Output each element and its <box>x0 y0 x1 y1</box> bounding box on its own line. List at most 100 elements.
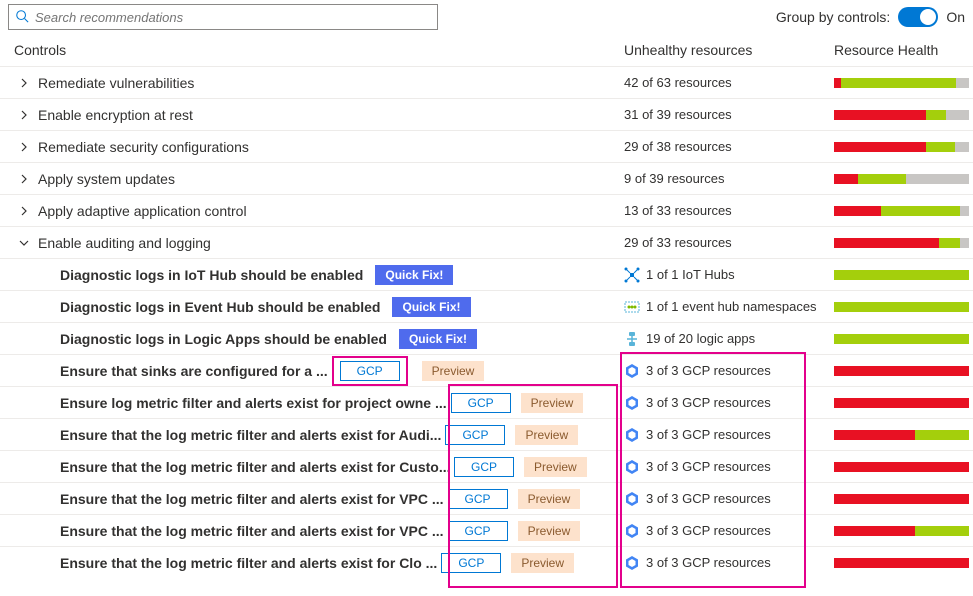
preview-badge: Preview <box>518 521 581 541</box>
gcp-badge: GCP <box>448 489 508 509</box>
gcp-badge-group: GCP Preview <box>448 489 581 509</box>
health-bar <box>834 78 969 88</box>
gcp-icon <box>624 523 640 539</box>
preview-badge: Preview <box>521 393 584 413</box>
gcp-badge: GCP <box>454 457 514 477</box>
header-health[interactable]: Resource Health <box>834 42 959 58</box>
gcp-badge-group: GCPPreview <box>445 425 578 445</box>
gcp-icon <box>624 459 640 475</box>
gcp-icon <box>624 363 640 379</box>
preview-badge: Preview <box>518 489 581 509</box>
chevron-right-icon[interactable] <box>14 78 34 88</box>
control-row[interactable]: Apply system updates 9 of 39 resources <box>0 162 973 194</box>
health-bar <box>834 366 969 376</box>
gcp-icon <box>624 555 640 571</box>
resource-count: 3 of 3 GCP resources <box>646 363 771 378</box>
quickfix-badge[interactable]: Quick Fix! <box>375 265 453 285</box>
recommendation-label: Ensure that the log metric filter and al… <box>60 459 450 475</box>
recommendation-label: Diagnostic logs in Event Hub should be e… <box>60 299 380 315</box>
control-label: Apply adaptive application control <box>38 203 247 219</box>
resource-count: 1 of 1 event hub namespaces <box>646 299 817 314</box>
control-label: Enable encryption at rest <box>38 107 193 123</box>
health-bar <box>834 110 969 120</box>
resource-count: 3 of 3 GCP resources <box>646 555 771 570</box>
health-bar <box>834 174 969 184</box>
resource-count: 19 of 20 logic apps <box>646 331 755 346</box>
control-label: Apply system updates <box>38 171 175 187</box>
gcp-badge-group: GCP <box>332 356 408 386</box>
chevron-right-icon[interactable] <box>14 174 34 184</box>
search-input[interactable] <box>35 10 431 25</box>
unhealthy-count: 13 of 33 resources <box>624 203 732 218</box>
health-bar <box>834 494 969 504</box>
control-row[interactable]: Enable encryption at rest 31 of 39 resou… <box>0 98 973 130</box>
unhealthy-count: 29 of 33 resources <box>624 235 732 250</box>
recommendation-row[interactable]: Ensure that the log metric filter and al… <box>0 514 973 546</box>
recommendation-row[interactable]: Diagnostic logs in IoT Hub should be ena… <box>0 258 973 290</box>
health-bar <box>834 238 969 248</box>
health-bar <box>834 302 969 312</box>
gcp-badge-group: GCPPreview <box>441 553 574 573</box>
iot-hub-icon <box>624 267 640 283</box>
chevron-right-icon[interactable] <box>14 142 34 152</box>
gcp-icon <box>624 395 640 411</box>
recommendation-label: Ensure log metric filter and alerts exis… <box>60 395 447 411</box>
gcp-icon <box>624 427 640 443</box>
recommendation-row[interactable]: Ensure that the log metric filter and al… <box>0 546 973 578</box>
control-row[interactable]: Enable auditing and logging 29 of 33 res… <box>0 226 973 258</box>
recommendation-row[interactable]: Ensure that sinks are configured for a .… <box>0 354 973 386</box>
resource-count: 3 of 3 GCP resources <box>646 523 771 538</box>
unhealthy-count: 9 of 39 resources <box>624 171 724 186</box>
quickfix-badge[interactable]: Quick Fix! <box>399 329 477 349</box>
preview-badge: Preview <box>524 457 587 477</box>
health-bar <box>834 206 969 216</box>
gcp-icon <box>624 491 640 507</box>
chevron-right-icon[interactable] <box>14 206 34 216</box>
recommendation-row[interactable]: Ensure log metric filter and alerts exis… <box>0 386 973 418</box>
quickfix-badge[interactable]: Quick Fix! <box>392 297 470 317</box>
header-unhealthy[interactable]: Unhealthy resources <box>624 42 834 58</box>
recommendation-label: Ensure that the log metric filter and al… <box>60 523 444 539</box>
control-row[interactable]: Remediate security configurations 29 of … <box>0 130 973 162</box>
control-row[interactable]: Remediate vulnerabilities 42 of 63 resou… <box>0 66 973 98</box>
gcp-badge: GCP <box>448 521 508 541</box>
control-label: Enable auditing and logging <box>38 235 211 251</box>
control-label: Remediate security configurations <box>38 139 249 155</box>
health-bar <box>834 526 969 536</box>
groupby-toggle[interactable] <box>898 7 938 27</box>
recommendation-row[interactable]: Ensure that the log metric filter and al… <box>0 482 973 514</box>
recommendation-label: Ensure that the log metric filter and al… <box>60 491 444 507</box>
unhealthy-count: 42 of 63 resources <box>624 75 732 90</box>
groupby-label: Group by controls: <box>776 9 890 25</box>
resource-count: 3 of 3 GCP resources <box>646 459 771 474</box>
control-row[interactable]: Apply adaptive application control 13 of… <box>0 194 973 226</box>
recommendation-row[interactable]: Diagnostic logs in Event Hub should be e… <box>0 290 973 322</box>
gcp-badge: GCP <box>441 553 501 573</box>
preview-badge: Preview <box>422 361 485 381</box>
resource-count: 1 of 1 IoT Hubs <box>646 267 735 282</box>
column-headers: Controls Unhealthy resources Resource He… <box>0 36 973 66</box>
search-icon <box>15 9 35 26</box>
resource-count: 3 of 3 GCP resources <box>646 427 771 442</box>
resource-count: 3 of 3 GCP resources <box>646 491 771 506</box>
recommendation-row[interactable]: Diagnostic logs in Logic Apps should be … <box>0 322 973 354</box>
gcp-badge: GCP <box>445 425 505 445</box>
gcp-badge-group: GCP Preview <box>448 521 581 541</box>
header-controls[interactable]: Controls <box>14 42 624 58</box>
event-hub-icon <box>624 299 640 315</box>
recommendation-row[interactable]: Ensure that the log metric filter and al… <box>0 450 973 482</box>
health-bar <box>834 462 969 472</box>
recommendation-label: Ensure that the log metric filter and al… <box>60 427 441 443</box>
recommendation-label: Diagnostic logs in IoT Hub should be ena… <box>60 267 363 283</box>
health-bar <box>834 558 969 568</box>
health-bar <box>834 142 969 152</box>
chevron-right-icon[interactable] <box>14 110 34 120</box>
recommendation-label: Ensure that sinks are configured for a .… <box>60 363 328 379</box>
recommendation-row[interactable]: Ensure that the log metric filter and al… <box>0 418 973 450</box>
search-box[interactable] <box>8 4 438 30</box>
resource-count: 3 of 3 GCP resources <box>646 395 771 410</box>
unhealthy-count: 29 of 38 resources <box>624 139 732 154</box>
chevron-down-icon[interactable] <box>14 238 34 248</box>
gcp-badge: GCP <box>451 393 511 413</box>
gcp-badge: GCP <box>340 361 400 381</box>
